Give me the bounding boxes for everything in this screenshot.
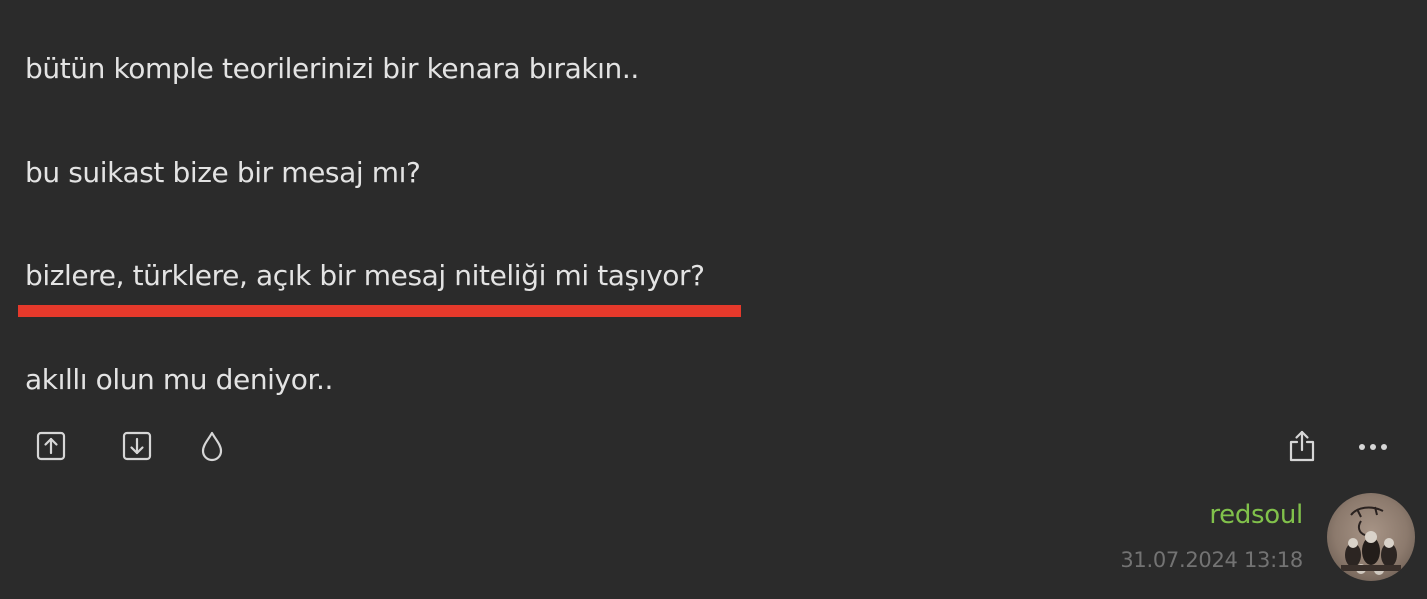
entry-paragraph: bu suikast bize bir mesaj mı? (25, 156, 421, 189)
entry-paragraph: bütün komple teorilerinizi bir kenara bı… (25, 52, 639, 85)
author-avatar[interactable] (1327, 493, 1415, 581)
downvote-button[interactable] (119, 428, 155, 464)
more-icon (1359, 444, 1387, 450)
upvote-icon (36, 431, 66, 461)
share-icon (1289, 430, 1315, 462)
drop-button[interactable] (196, 428, 228, 464)
entry-timestamp[interactable]: 31.07.2024 13:18 (1120, 548, 1303, 572)
drop-icon (201, 431, 223, 462)
entry-paragraph: akıllı olun mu deniyor.. (25, 363, 333, 396)
downvote-icon (122, 431, 152, 461)
avatar-illustration (1341, 506, 1401, 575)
upvote-button[interactable] (33, 428, 69, 464)
entry-paragraph-highlighted: bizlere, türklere, açık bir mesaj niteli… (25, 259, 705, 292)
red-underline-highlight (18, 305, 741, 317)
author-name[interactable]: redsoul (1209, 500, 1303, 530)
share-button[interactable] (1284, 427, 1320, 465)
more-options-button[interactable] (1352, 430, 1394, 464)
